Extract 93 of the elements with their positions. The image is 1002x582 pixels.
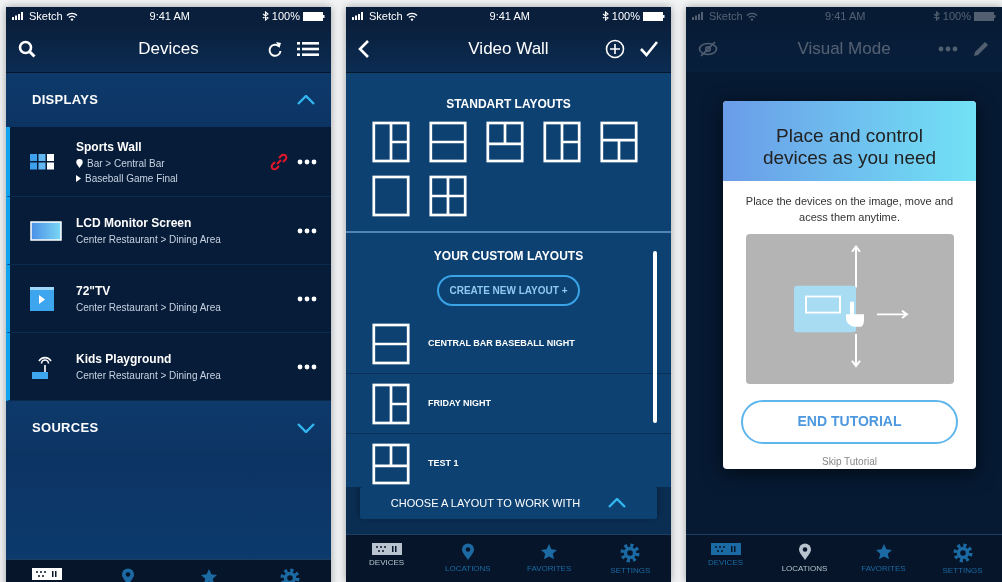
tab[interactable]: LOCATIONS (769, 543, 840, 575)
carrier-text: Sketch (709, 8, 743, 24)
battery-icon (303, 11, 325, 21)
play-screen-icon (30, 286, 54, 311)
gear-icon (952, 543, 973, 563)
play-icon (76, 174, 81, 182)
more-icon[interactable] (297, 363, 317, 370)
location-text: Bar > Central Bar (87, 156, 165, 171)
section-title: YOUR CUSTOM LAYOUTS (432, 248, 585, 265)
grid-icon (30, 153, 54, 170)
layout-option[interactable] (543, 121, 581, 163)
signal-icon (352, 12, 366, 20)
battery-text: 100% (271, 8, 300, 24)
device-name: Kids Playground (76, 351, 173, 368)
collapse-icon (608, 498, 627, 508)
time-text: 9:41 AM (825, 8, 866, 24)
device-row[interactable]: Sports Wall Bar > Central Bar Baseball Game Final (6, 127, 331, 197)
section-title: STANDART LAYOUTS (445, 96, 572, 113)
dialog-title: Place and control devices as you need (761, 125, 938, 169)
bluetooth-icon (932, 11, 940, 21)
location-text: Center Restaurant > Dining Area (76, 301, 221, 315)
wifi-icon (65, 11, 78, 21)
pin-icon (76, 158, 83, 168)
chooser-text: CHOOSE A LAYOUT TO WORK WITH (390, 495, 581, 511)
device-name: Sports Wall (76, 138, 143, 156)
more-icon[interactable] (297, 295, 317, 302)
skip-tutorial-link[interactable]: Skip Tutorial (723, 453, 976, 469)
layout-chooser-bar[interactable]: CHOOSE A LAYOUT TO WORK WITH (360, 487, 657, 519)
device-name: LCD Monitor Screen (76, 215, 193, 232)
layout-option[interactable] (600, 121, 638, 163)
collapse-icon (297, 95, 315, 105)
list-icon[interactable] (297, 40, 319, 57)
gear-icon (620, 543, 641, 563)
location-pin-icon (460, 543, 475, 561)
time-text: 9:41 AM (489, 8, 530, 24)
layout-icon (372, 382, 410, 425)
dialog-text: Place the devices on the image, move and acess them anytime. (745, 193, 954, 226)
back-icon[interactable] (358, 38, 370, 59)
expand-icon (297, 423, 315, 433)
pencil-icon[interactable] (972, 39, 990, 58)
star-icon (540, 543, 559, 561)
battery-text: 100% (942, 8, 971, 24)
carrier-text: Sketch (369, 8, 403, 24)
create-layout-button[interactable]: CREATE NEW LAYOUT + (437, 275, 580, 306)
now-playing-text: Baseball Game Final (85, 171, 178, 186)
wifi-icon (405, 11, 418, 21)
layout-option[interactable] (372, 121, 410, 163)
link-icon[interactable] (269, 151, 289, 172)
screen-title: Devices (137, 37, 200, 60)
location-text: Center Restaurant > Dining Area (76, 233, 221, 247)
gear-icon (280, 568, 301, 582)
search-icon[interactable] (18, 39, 36, 58)
screen-title: Video Wall (467, 37, 550, 60)
location-pin-icon (797, 543, 812, 561)
layout-name: FRIDAY NIGHT (428, 396, 491, 410)
bluetooth-icon (261, 11, 269, 21)
screen-title: Visual Mode (796, 37, 892, 60)
tab[interactable]: DEVICES (351, 543, 422, 569)
layout-option[interactable] (429, 121, 467, 163)
check-icon[interactable] (639, 39, 659, 58)
signal-icon (12, 12, 26, 20)
hidden-icon[interactable] (698, 40, 718, 57)
battery-icon (974, 11, 996, 21)
battery-icon (643, 11, 665, 21)
devices-icon (710, 543, 741, 555)
layout-icon (372, 442, 410, 485)
layout-option[interactable] (429, 175, 467, 217)
layout-option[interactable] (372, 175, 410, 217)
star-icon (200, 568, 219, 582)
device-row[interactable]: LCD Monitor Screen Center Restaurant > Dining Area (6, 197, 331, 265)
refresh-icon[interactable] (267, 39, 283, 58)
location-text: Center Restaurant > Dining Area (76, 369, 221, 383)
layout-icon (372, 322, 410, 365)
more-icon[interactable] (297, 158, 317, 165)
star-icon (874, 543, 893, 561)
device-row[interactable]: Kids Playground Center Restaurant > Dining Area (6, 333, 331, 401)
add-icon[interactable] (605, 38, 625, 59)
section-header[interactable]: SOURCES (6, 401, 331, 455)
battery-text: 100% (611, 8, 640, 24)
layout-option[interactable] (486, 121, 524, 163)
time-text: 9:41 AM (149, 8, 190, 24)
device-row[interactable]: 72"TV Center Restaurant > Dining Area (6, 265, 331, 333)
layout-name: CENTRAL BAR BASEBALL NIGHT (428, 336, 575, 350)
bluetooth-icon (601, 11, 609, 21)
more-icon[interactable] (297, 227, 317, 234)
section-header[interactable]: DISPLAYS (6, 73, 331, 127)
carrier-text: Sketch (29, 8, 63, 24)
monitor-icon (30, 220, 62, 241)
wifi-icon (745, 11, 758, 21)
device-name: 72"TV (76, 283, 112, 300)
layout-name: TEST 1 (428, 456, 459, 470)
devices-icon (371, 543, 402, 555)
signal-icon (692, 12, 706, 20)
